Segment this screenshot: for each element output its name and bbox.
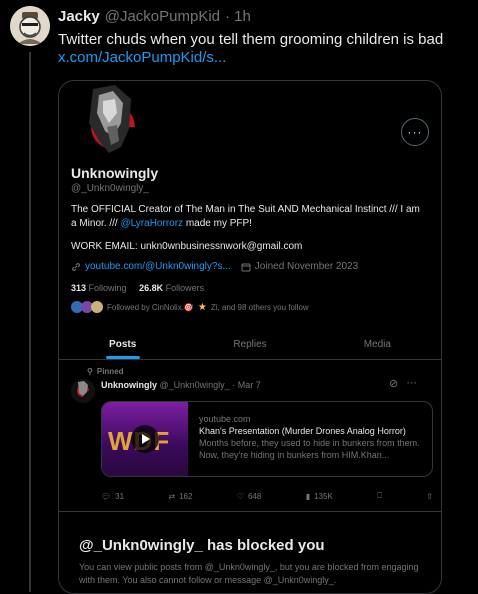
author-handle[interactable]: @JackoPumpKid — [105, 8, 220, 25]
bookmark-icon[interactable]: ⎕ — [377, 491, 382, 501]
followers-label: Followers — [165, 283, 205, 293]
website-link[interactable]: youtube.com/@Unkn0wingly?s... — [85, 261, 231, 272]
avatar[interactable] — [10, 6, 50, 46]
pinned-indicator: ⚲ Pinned — [87, 367, 124, 376]
views-button[interactable]: ▮ 135K — [306, 491, 333, 501]
blocked-title: @_Unkn0wingly_ has blocked you — [79, 537, 325, 554]
post-time[interactable]: · Mar 7 — [232, 380, 261, 390]
author-name[interactable]: Jacky — [58, 8, 100, 25]
reply-count: 31 — [115, 491, 125, 501]
like-count: 648 — [247, 491, 262, 501]
link-source: youtube.com — [199, 414, 251, 424]
grok-icon[interactable]: ⊘ — [389, 377, 398, 390]
youtube-link-card[interactable]: WDF youtube.com Khan's Presentation (Mur… — [101, 401, 433, 477]
play-icon — [131, 425, 159, 453]
tweet-link[interactable]: x.com/JackoPumpKid/s... — [58, 49, 226, 66]
joined-date: Joined November 2023 — [254, 261, 359, 272]
tweet-header: Jacky @JackoPumpKid · 1h — [58, 8, 251, 25]
post-avatar[interactable] — [71, 379, 95, 403]
video-thumbnail: WDF — [102, 402, 188, 476]
followed-by[interactable]: Followed by CinNolix.🎯 ★ Zi, and 98 othe… — [71, 301, 309, 313]
calendar-icon — [241, 263, 251, 271]
post-author-handle[interactable]: @_Unkn0wingly_ — [160, 380, 230, 390]
reply-icon: 💬︎ — [101, 491, 112, 501]
more-options-button[interactable]: ··· — [401, 118, 429, 146]
link-card-text: youtube.com Khan's Presentation (Murder … — [199, 413, 425, 461]
repost-count: 162 — [179, 491, 193, 501]
thread-line — [29, 52, 31, 592]
reply-button[interactable]: 💬︎ 31 — [101, 491, 124, 501]
followers-count: 26.8K — [139, 283, 164, 293]
followers-link[interactable]: 26.8K Followers — [139, 283, 204, 293]
post-author-name[interactable]: Unknowingly — [101, 380, 157, 390]
post-more-icon[interactable]: ··· — [406, 377, 417, 390]
profile-name: Unknowingly — [71, 165, 159, 181]
following-count: 313 — [71, 283, 87, 293]
bio-mention-link[interactable]: @LyraHorrorz — [120, 218, 183, 229]
profile-handle: @_Unkn0wingly_ — [71, 183, 149, 194]
views-icon: ▮ — [305, 491, 311, 501]
repost-icon: ⇄ — [168, 491, 176, 501]
link-title: Khan's Presentation (Murder Drones Analo… — [199, 426, 406, 436]
tab-media[interactable]: Media — [314, 329, 441, 359]
pinned-label: Pinned — [96, 367, 124, 376]
blocked-message: You can view public posts from @_Unkn0wi… — [79, 562, 419, 585]
profile-meta: youtube.com/@Unkn0wingly?s... Joined Nov… — [71, 261, 358, 272]
profile-bio: The OFFICIAL Creator of The Man in The S… — [71, 203, 421, 231]
profile-picture — [69, 83, 157, 171]
pin-icon: ⚲ — [87, 367, 93, 376]
heart-icon: ♡ — [236, 491, 244, 501]
tweet-time[interactable]: · 1h — [225, 8, 251, 25]
divider — [59, 511, 441, 512]
post-header: Unknowingly @_Unkn0wingly_ · Mar 7 — [101, 380, 261, 390]
following-label: Following — [88, 283, 127, 293]
post-top-actions: ⊘ ··· — [389, 377, 417, 390]
view-count: 135K — [314, 491, 333, 501]
tweet-text: Twitter chuds when you tell them groomin… — [58, 31, 444, 48]
embedded-image[interactable]: ··· Unknowingly @_Unkn0wingly_ The OFFIC… — [58, 80, 442, 594]
bio-text-end: made my PFP! — [183, 218, 252, 229]
share-icon[interactable]: ⇧ — [426, 491, 433, 501]
follow-stats: 313 Following 26.8K Followers — [71, 283, 204, 293]
like-button[interactable]: ♡ 648 — [237, 491, 262, 501]
tab-posts[interactable]: Posts — [59, 329, 186, 359]
post-stats: 💬︎ 31 ⇄ 162 ♡ 648 ▮ 135K ⎕ ⇧ — [101, 491, 433, 501]
follower-avatar — [91, 301, 103, 313]
tab-replies[interactable]: Replies — [186, 329, 313, 359]
star-icon: ★ — [197, 301, 207, 313]
profile-tabs: Posts Replies Media — [59, 329, 441, 360]
followed-by-rest: Zi, and 98 others you follow — [210, 302, 309, 312]
repost-button[interactable]: ⇄ 162 — [168, 491, 192, 501]
link-icon — [72, 262, 80, 271]
following-link[interactable]: 313 Following — [71, 283, 127, 293]
link-description: Months before, they used to hide in bunk… — [199, 438, 420, 460]
work-email: WORK EMAIL: unkn0wnbusinessnwork@gmail.c… — [71, 241, 303, 252]
followed-by-text: Followed by CinNolix.🎯 — [107, 302, 194, 312]
more-icon: ··· — [407, 125, 423, 139]
